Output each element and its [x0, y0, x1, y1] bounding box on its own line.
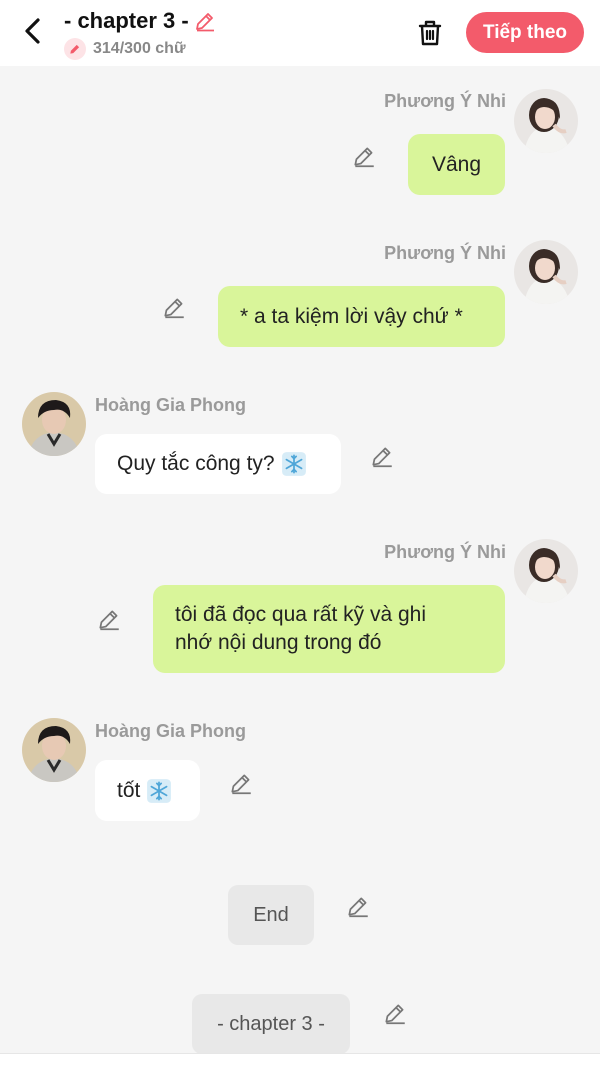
sender-name: Phương Ý Nhi	[384, 243, 506, 263]
delete-button[interactable]	[414, 17, 446, 49]
message-bubble[interactable]: tốt	[95, 760, 200, 821]
message-text-line: tôi đã đọc qua rất kỹ và ghi	[175, 603, 426, 626]
edit-message-icon[interactable]	[228, 770, 254, 796]
avatar[interactable]	[22, 392, 86, 456]
trash-icon	[418, 20, 442, 46]
message-text: Vâng	[431, 152, 482, 176]
sender-name: Hoàng Gia Phong	[95, 721, 246, 741]
edit-end-icon[interactable]	[345, 893, 371, 919]
message-bubble[interactable]: tôi đã đọc qua rất kỹ và ghi nhớ nội dun…	[153, 585, 505, 673]
snowflake-icon	[281, 451, 307, 477]
pencil-badge-icon	[64, 38, 86, 60]
edit-title-icon[interactable]	[193, 9, 217, 33]
avatar[interactable]	[514, 89, 578, 153]
edit-chapter-icon[interactable]	[382, 1000, 408, 1026]
message-bubble[interactable]: * a ta kiệm lời vậy chứ *	[218, 286, 505, 347]
message-bubble[interactable]: Quy tắc công ty?	[95, 434, 341, 494]
word-count-text: 314/300 chữ	[93, 40, 186, 57]
sender-name: Phương Ý Nhi	[384, 542, 506, 562]
chapter-title[interactable]: - chapter 3 -	[64, 8, 189, 34]
title-row: - chapter 3 -	[64, 8, 217, 34]
message-text: * a ta kiệm lời vậy chứ *	[240, 304, 463, 328]
top-bar: - chapter 3 - 314/300 chữ Tiếp theo	[0, 0, 600, 66]
message-text: Quy tắc công ty?	[117, 452, 275, 475]
edit-message-icon[interactable]	[161, 294, 187, 320]
edit-message-icon[interactable]	[96, 606, 122, 632]
back-button[interactable]	[18, 14, 48, 48]
avatar[interactable]	[514, 539, 578, 603]
next-button[interactable]: Tiếp theo	[466, 12, 584, 53]
snowflake-icon	[146, 778, 172, 804]
chapter-marker[interactable]: - chapter 3 -	[192, 994, 350, 1054]
avatar[interactable]	[22, 718, 86, 782]
message-text: tốt	[117, 778, 141, 802]
edit-message-icon[interactable]	[369, 443, 395, 469]
avatar[interactable]	[514, 240, 578, 304]
end-marker[interactable]: End	[228, 885, 314, 945]
edit-message-icon[interactable]	[351, 143, 377, 169]
sender-name: Phương Ý Nhi	[384, 91, 506, 111]
chevron-left-icon	[25, 18, 40, 44]
sender-name: Hoàng Gia Phong	[95, 395, 246, 415]
word-counter: 314/300 chữ	[64, 38, 186, 60]
message-text-line: nhớ nội dung trong đó	[175, 631, 382, 654]
message-bubble[interactable]: Vâng	[408, 134, 505, 195]
bottom-toolbar	[0, 1053, 600, 1066]
